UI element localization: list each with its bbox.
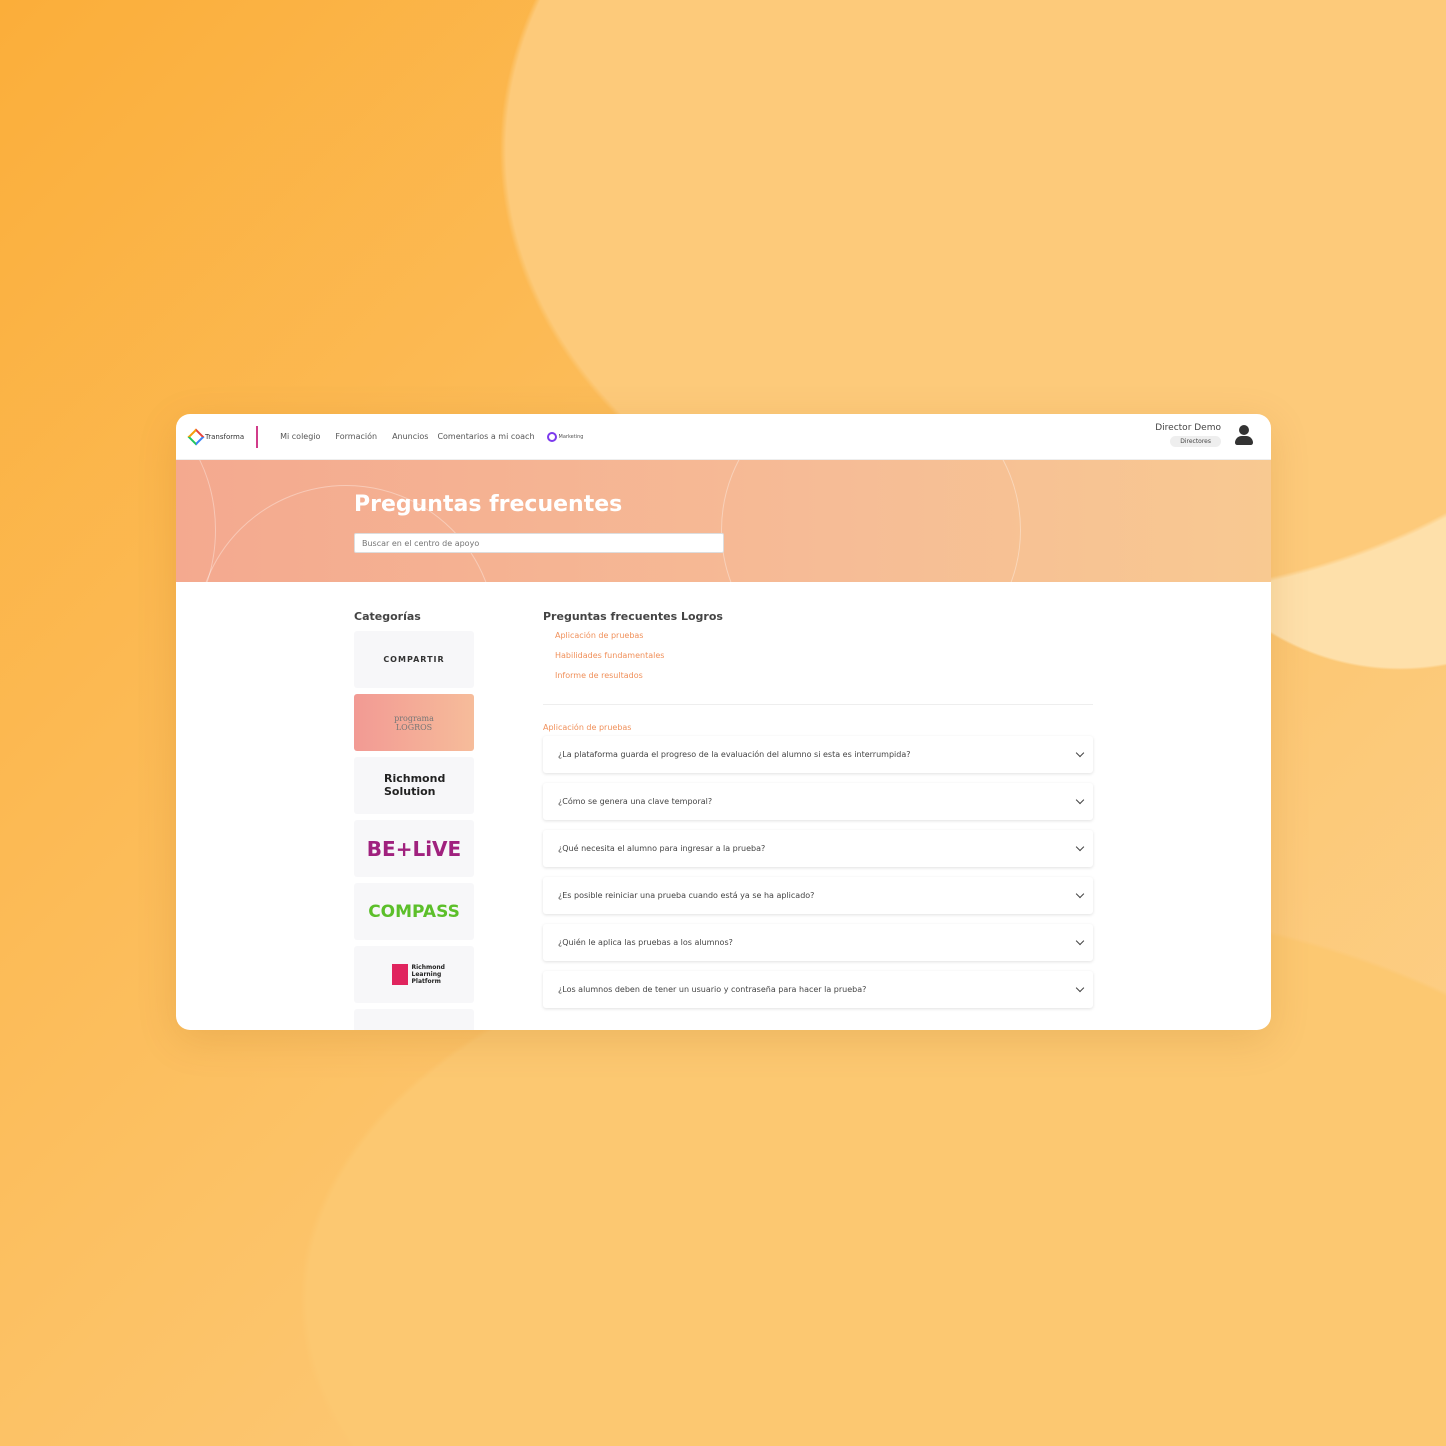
diamond-icon — [187, 428, 205, 445]
nav-anuncios[interactable]: Anuncios — [392, 432, 428, 441]
category-belive[interactable]: BE+LiVE — [354, 820, 474, 877]
chevron-down-icon — [1075, 983, 1085, 993]
nav-comentarios[interactable]: Comentarios a mi coach — [437, 432, 534, 441]
app-window: Transforma Mi colegio Formación Anuncios… — [176, 414, 1271, 1030]
question-text: ¿Es posible reiniciar una prueba cuando … — [558, 891, 815, 900]
section-title: Aplicación de pruebas — [543, 723, 632, 732]
user-menu[interactable]: Director Demo Directores — [1155, 423, 1255, 447]
question-text: ¿La plataforma guarda el progreso de la … — [558, 750, 911, 759]
link-habilidades[interactable]: Habilidades fundamentales — [555, 651, 1093, 660]
search-input[interactable] — [354, 533, 724, 553]
link-informe[interactable]: Informe de resultados — [555, 671, 1093, 680]
category-logros[interactable]: programa LOGROS — [354, 694, 474, 751]
role-badge: Directores — [1170, 436, 1221, 447]
categories-panel: Categorías COMPARTIR programa LOGROS Ric… — [354, 610, 474, 1030]
category-label: COMPARTIR — [383, 655, 445, 664]
marketing-icon — [546, 431, 557, 442]
chevron-down-icon — [1075, 795, 1085, 805]
chevron-down-icon — [1075, 889, 1085, 899]
transforma-logo[interactable]: Transforma — [187, 428, 245, 445]
faq-item[interactable]: ¿Es posible reiniciar una prueba cuando … — [543, 877, 1093, 914]
page-title: Preguntas frecuentes — [354, 492, 623, 517]
categories-title: Categorías — [354, 610, 421, 623]
faq-item[interactable]: ¿Qué necesita el alumno para ingresar a … — [543, 830, 1093, 867]
divider — [543, 704, 1093, 705]
question-text: ¿Qué necesita el alumno para ingresar a … — [558, 844, 766, 853]
category-label: BE+LiVE — [366, 836, 462, 861]
category-more[interactable] — [354, 1009, 474, 1030]
chevron-down-icon — [1075, 936, 1085, 946]
hero-banner: Preguntas frecuentes — [176, 460, 1271, 582]
category-label: Richmond Solution — [384, 772, 446, 798]
chevron-down-icon — [1075, 748, 1085, 758]
category-label: Richmond Learning Platform — [391, 964, 445, 985]
question-text: ¿Cómo se genera una clave temporal? — [558, 797, 713, 806]
question-text: ¿Los alumnos deben de tener un usuario y… — [558, 985, 867, 994]
top-nav: Transforma Mi colegio Formación Anuncios… — [176, 414, 1271, 460]
user-name: Director Demo — [1155, 423, 1221, 433]
faq-title: Preguntas frecuentes Logros — [543, 610, 723, 623]
category-compartir[interactable]: COMPARTIR — [354, 631, 474, 688]
category-label: programa LOGROS — [394, 713, 434, 732]
faq-panel: Preguntas frecuentes Logros Aplicación d… — [543, 610, 1093, 1018]
category-richmond-lp[interactable]: Richmond Learning Platform — [354, 946, 474, 1003]
nav-mi-colegio[interactable]: Mi colegio — [280, 432, 320, 441]
faq-item[interactable]: ¿Quién le aplica las pruebas a los alumn… — [543, 924, 1093, 961]
marketing-text: Marketing — [558, 433, 584, 440]
category-richmond-solution[interactable]: Richmond Solution — [354, 757, 474, 814]
faq-item[interactable]: ¿Cómo se genera una clave temporal? — [543, 783, 1093, 820]
link-aplicacion[interactable]: Aplicación de pruebas — [555, 631, 1093, 640]
faq-item[interactable]: ¿Los alumnos deben de tener un usuario y… — [543, 971, 1093, 1008]
nav-formacion[interactable]: Formación — [335, 432, 377, 441]
user-avatar-icon[interactable] — [1233, 424, 1255, 446]
question-text: ¿Quién le aplica las pruebas a los alumn… — [558, 938, 733, 947]
chevron-down-icon — [1075, 842, 1085, 852]
marketing-logo[interactable]: Marketing — [546, 431, 584, 442]
category-label: COMPASS — [368, 901, 460, 922]
category-compass[interactable]: COMPASS — [354, 883, 474, 940]
faq-item[interactable]: ¿La plataforma guarda el progreso de la … — [543, 736, 1093, 773]
logo-text: Transforma — [205, 432, 245, 441]
divider — [256, 425, 259, 448]
